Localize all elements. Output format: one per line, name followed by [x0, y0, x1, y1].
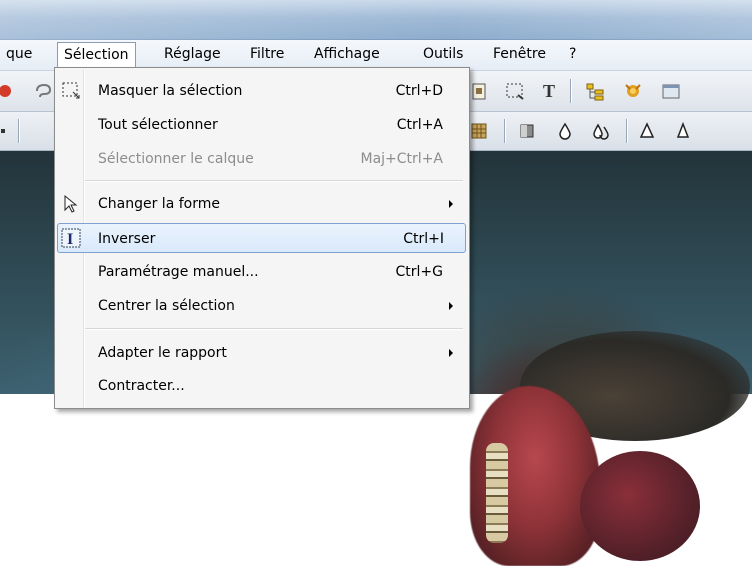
window-title-bar: [0, 0, 752, 40]
menu-item-adapt-ratio[interactable]: Adapter le rapport: [57, 338, 465, 368]
menu-separator: [85, 180, 463, 181]
lasso-tool-icon[interactable]: [30, 78, 56, 104]
window-icon[interactable]: [658, 78, 684, 104]
svg-text:I: I: [67, 231, 73, 248]
drop-icon[interactable]: [552, 118, 578, 144]
menu-item-select-all[interactable]: Tout sélectionner Ctrl+A: [57, 110, 465, 140]
menu-image[interactable]: que: [0, 43, 38, 65]
text-tool-icon[interactable]: T: [536, 78, 562, 104]
menu-selection[interactable]: Sélection: [57, 42, 136, 67]
photo-subject-shoulder: [580, 451, 700, 561]
rect-marquee-icon[interactable]: [502, 78, 528, 104]
menu-item-manual-settings[interactable]: Paramétrage manuel... Ctrl+G: [57, 257, 465, 287]
pointer-arrow-icon: [61, 194, 81, 214]
menu-item-change-shape[interactable]: Changer la forme: [57, 189, 465, 219]
layers-tree-icon[interactable]: [582, 78, 608, 104]
menu-reglage[interactable]: Réglage: [158, 43, 227, 65]
menu-item-select-layer[interactable]: Sélectionner le calque Maj+Ctrl+A: [57, 144, 465, 174]
dot-icon[interactable]: [0, 118, 16, 144]
menu-fenetre[interactable]: Fenêtre: [487, 43, 552, 65]
dual-triangle-icon[interactable]: [672, 118, 698, 144]
menu-filtre[interactable]: Filtre: [244, 43, 290, 65]
marquee-selection-icon: [61, 81, 81, 101]
menu-item-center-selection[interactable]: Centrer la sélection: [57, 291, 465, 321]
submenu-arrow-icon: [449, 200, 453, 208]
submenu-arrow-icon: [449, 302, 453, 310]
red-tool-icon[interactable]: [0, 78, 18, 104]
mask-icon[interactable]: [514, 118, 540, 144]
triangle-drop-icon[interactable]: [634, 118, 660, 144]
selection-dropdown-menu: Masquer la sélection Ctrl+D Tout sélecti…: [54, 67, 470, 409]
double-drop-icon[interactable]: [588, 118, 614, 144]
text-cursor-icon: I: [61, 228, 81, 248]
menu-item-invert[interactable]: I Inverser Ctrl+I: [57, 223, 466, 253]
menu-item-contract[interactable]: Contracter...: [57, 371, 465, 401]
menu-item-hide-selection[interactable]: Masquer la sélection Ctrl+D: [57, 76, 465, 106]
submenu-arrow-icon: [449, 349, 453, 357]
menu-help[interactable]: ?: [563, 43, 582, 65]
photo-subject-beads: [486, 443, 508, 543]
menu-outils[interactable]: Outils: [417, 43, 469, 65]
menu-separator: [85, 328, 463, 329]
menu-affichage[interactable]: Affichage: [308, 43, 386, 65]
svg-text:T: T: [543, 81, 555, 101]
plugin-icon[interactable]: [620, 78, 646, 104]
